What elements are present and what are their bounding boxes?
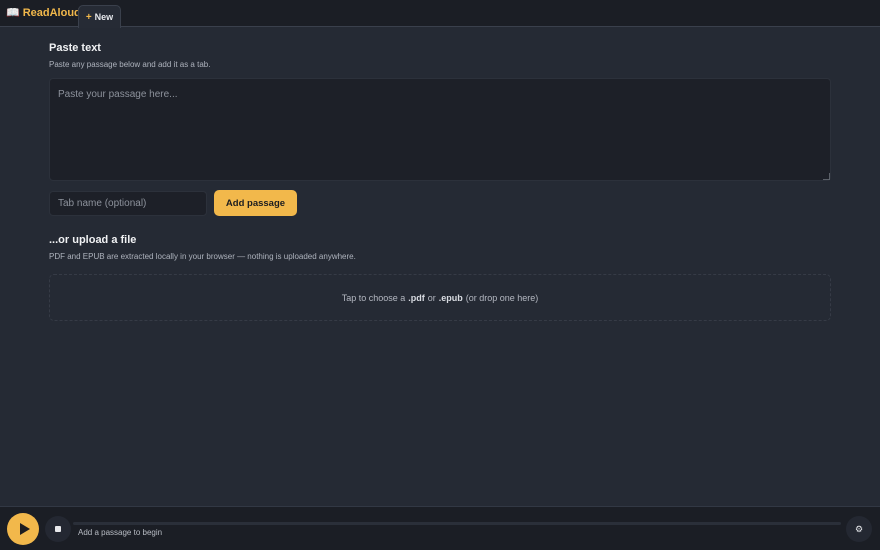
add-passage-button[interactable]: Add passage: [214, 190, 297, 216]
ext-pdf: .pdf: [408, 292, 425, 303]
plus-icon: +: [85, 11, 92, 23]
file-dropzone[interactable]: Tap to choose a .pdf or .epub (or drop o…: [49, 274, 831, 321]
resize-grip-icon[interactable]: [823, 173, 830, 180]
play-button[interactable]: [7, 513, 39, 545]
new-tab-label: New: [94, 12, 114, 22]
dropzone-prefix: Tap to choose a: [341, 292, 406, 303]
player-bar: Add a passage to begin ⚙: [0, 506, 880, 550]
open-book-icon: 📖: [6, 7, 20, 19]
paste-subtitle: Paste any passage below and add it as a …: [49, 60, 211, 69]
stop-icon: [55, 526, 61, 532]
tab-name-input[interactable]: [49, 191, 207, 216]
gear-icon: ⚙: [854, 523, 864, 534]
player-status: Add a passage to begin: [78, 528, 163, 537]
dropzone-suffix: (or drop one here): [465, 292, 539, 303]
upload-subtitle: PDF and EPUB are extracted locally in yo…: [49, 252, 356, 261]
app-brand: 📖 ReadAloud: [6, 7, 81, 20]
upload-heading: ...or upload a file: [49, 234, 137, 246]
app-title: ReadAloud: [22, 7, 81, 19]
paste-heading: Paste text: [49, 42, 101, 54]
settings-button[interactable]: ⚙: [846, 516, 872, 542]
new-tab-button[interactable]: + New: [78, 5, 121, 28]
dropzone-or: or: [427, 292, 436, 303]
play-icon: [19, 523, 30, 535]
passage-textarea[interactable]: [49, 78, 831, 181]
stop-button[interactable]: [45, 516, 71, 542]
ext-epub: .epub: [438, 292, 463, 303]
progress-bar[interactable]: [73, 522, 841, 525]
top-bar: 📖 ReadAloud + New: [0, 0, 880, 28]
